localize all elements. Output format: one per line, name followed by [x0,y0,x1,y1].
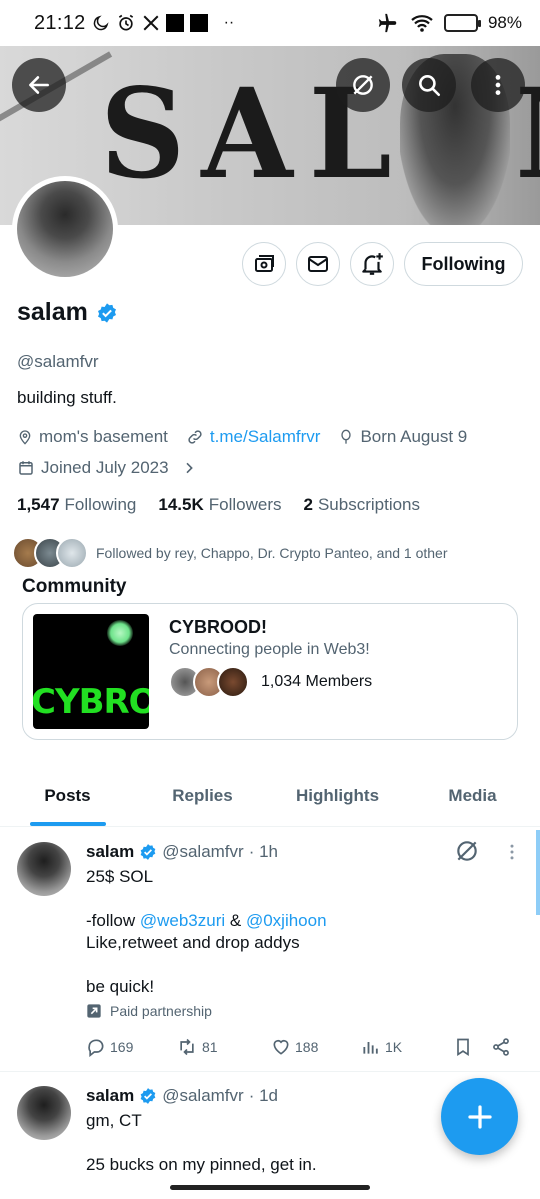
grok-icon [353,75,373,95]
tab-posts[interactable]: Posts [0,770,135,826]
member-avatar [217,666,249,698]
compose-post-button[interactable] [441,1078,518,1155]
post-text: 25$ SOL -follow @web3zuri & @0xjihoon Li… [86,867,327,996]
post-item[interactable]: salam @salamfvr · 1h 25$ SOL -follow @we… [0,828,540,1070]
followers-stat[interactable]: 14.5K Followers [158,495,281,515]
reply-icon [88,1039,104,1057]
profile-avatar[interactable] [12,176,118,282]
wifi-icon [411,15,433,32]
profile-joined: Joined July 2023 [41,458,169,477]
subscriptions-stat[interactable]: 2 Subscriptions [303,495,420,515]
post-avatar[interactable] [17,1086,71,1140]
tab-media[interactable]: Media [405,770,540,826]
search-icon [419,75,441,97]
post-author-handle: @salamfvr [162,1086,244,1105]
paid-partnership-label: Paid partnership [86,1003,212,1019]
following-button[interactable]: Following [404,242,523,286]
scroll-indicator[interactable] [536,830,540,915]
display-name: salam [17,298,88,326]
post-avatar[interactable] [17,842,71,896]
like-action[interactable]: 188 [271,1037,361,1057]
arrow-up-right-icon [87,1004,101,1018]
moon-icon [93,15,109,31]
mention-link[interactable]: @0xjihoon [246,911,327,930]
profile-handle: @salamfvr [17,352,99,371]
profile-joined-row[interactable]: Joined July 2023 [17,458,197,478]
profile-name-row: salam [17,298,118,327]
share-icon[interactable] [491,1037,511,1057]
link-icon [188,430,202,444]
profile-birthday: Born August 9 [360,427,468,446]
grok-icon[interactable] [454,838,480,864]
post-header: salam @salamfvr · 1h [86,842,278,862]
views-action[interactable]: 1K [361,1037,453,1057]
airplane-icon [378,13,397,33]
profile-tabs: Posts Replies Highlights Media [0,770,540,827]
plus-icon [467,1104,492,1129]
verified-badge-icon [140,844,156,860]
grok-button[interactable] [336,58,390,112]
money-icon [255,255,274,272]
message-button[interactable] [296,242,340,286]
community-card[interactable]: CYBRO CYBROOD! Connecting people in Web3… [22,603,518,740]
bookmark-icon[interactable] [453,1036,473,1058]
battery-percent: 98% [487,13,522,32]
location-icon [19,430,31,445]
following-stat[interactable]: 1,547 Following [17,495,136,515]
community-image: CYBRO [33,614,149,729]
balloon-icon [341,429,352,444]
post-actions: 169 81 188 1K [86,1036,526,1058]
subscribe-button[interactable] [242,242,286,286]
repost-action[interactable]: 81 [176,1037,271,1057]
notification-square-icon [165,14,184,32]
tab-highlights[interactable]: Highlights [270,770,405,826]
post-time: · 1d [248,1086,278,1105]
status-bar: 21:12 ·· 98% [0,0,540,46]
community-description: Connecting people in Web3! [169,641,370,658]
calendar-icon [19,461,33,475]
reply-action[interactable]: 169 [86,1037,176,1057]
back-button[interactable] [12,58,66,112]
notification-square-icon [189,14,208,32]
verified-badge-icon [140,1088,156,1104]
profile-stats: 1,547 Following 14.5K Followers 2 Subscript… [17,495,420,515]
profile-bio: building stuff. [17,388,117,407]
repost-icon [180,1038,194,1056]
envelope-icon [308,256,328,272]
followed-by-row[interactable]: Followed by rey, Chappo, Dr. Crypto Pant… [12,537,448,569]
battery-icon [443,14,481,32]
mention-link[interactable]: @web3zuri [140,911,225,930]
gesture-home-bar[interactable] [170,1185,370,1190]
verified-badge-icon[interactable] [96,302,118,324]
community-members: 1,034 Members [169,666,372,698]
post-author-handle: @salamfvr [162,842,244,861]
post-author-name[interactable]: salam [86,1086,134,1106]
profile-meta-row: mom's basement t.me/Salamfrvr Born Augus… [17,427,467,447]
more-button[interactable] [471,58,525,112]
status-time: 21:12 [34,11,86,34]
post-author-name[interactable]: salam [86,842,134,862]
bell-plus-icon [362,253,383,275]
search-button[interactable] [402,58,456,112]
heart-icon [273,1039,289,1055]
tab-replies[interactable]: Replies [135,770,270,826]
more-notifications-icon: ·· [223,14,235,31]
x-logo-icon [143,15,159,31]
member-count: 1,034 Members [261,673,373,690]
follower-avatar [56,537,88,569]
profile-location: mom's basement [39,427,168,446]
post-header: salam @salamfvr · 1d [86,1086,278,1106]
chevron-right-icon [186,462,193,474]
alarm-icon [118,14,133,31]
back-arrow-icon [29,76,49,94]
post-time: · 1h [248,842,278,861]
more-vertical-icon [495,75,501,95]
analytics-icon [363,1042,378,1054]
community-section-title: Community [22,576,127,597]
notify-button[interactable] [350,242,394,286]
community-name: CYBROOD! [169,617,267,637]
profile-link[interactable]: t.me/Salamfrvr [210,427,321,447]
followed-by-text: Followed by rey, Chappo, Dr. Crypto Pant… [96,545,448,561]
more-vertical-icon[interactable] [502,842,522,862]
